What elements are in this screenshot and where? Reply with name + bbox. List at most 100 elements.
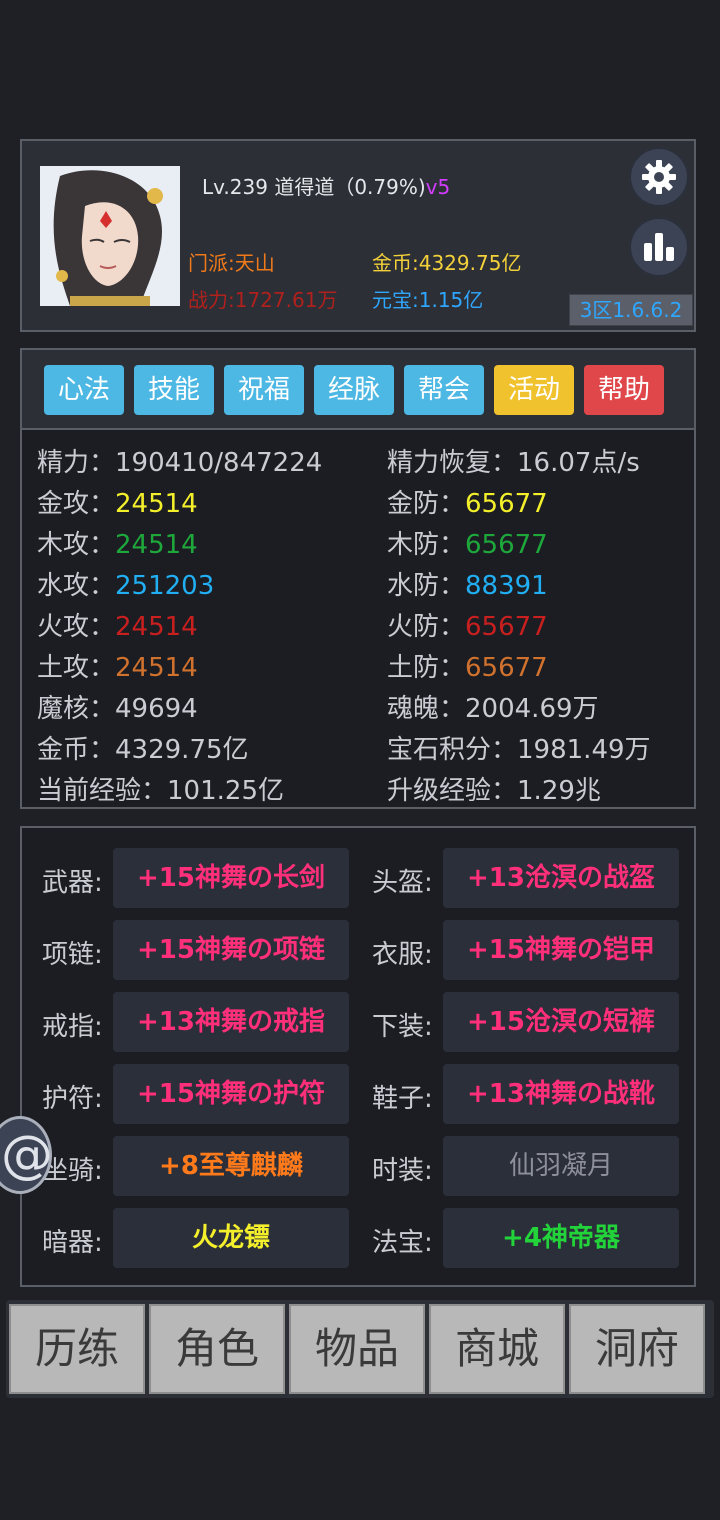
equip-slot-label: 下装: [372,1012,433,1042]
stat-row: 水攻：251203 [37,565,214,602]
stat-row: 金防：65677 [387,483,548,520]
stat-value: 49694 [115,694,198,724]
nav-button-1[interactable]: 角色 [149,1304,285,1394]
sect-text: 门派:天山 [188,251,275,275]
stat-row: 金币：4329.75亿 [37,729,249,766]
stat-row: 土攻：24514 [37,647,198,684]
nav-button-0[interactable]: 历练 [9,1304,145,1394]
equip-slot-button[interactable]: +8至尊麒麟 [113,1136,349,1196]
nav-button-4[interactable]: 洞府 [569,1304,705,1394]
stat-row: 升级经验：1.29兆 [387,770,601,807]
stat-row: 精力恢复：16.07点/s [387,442,640,479]
stat-label: 火攻： [37,612,116,642]
tab-0[interactable]: 心法 [44,365,124,415]
equip-slot-button[interactable]: +15神舞の铠甲 [443,920,679,980]
tab-6[interactable]: 帮助 [584,365,664,415]
stat-value: 65677 [465,653,548,683]
stat-value: 88391 [465,571,548,601]
stat-label: 魔核： [37,694,116,724]
stat-value: 1981.49万 [517,735,651,765]
stat-label: 金币： [37,735,116,765]
stat-value: 4329.75亿 [115,735,249,765]
equip-slot-button[interactable]: +15沧溟の短裤 [443,992,679,1052]
stat-value: 24514 [115,612,198,642]
stat-label: 土防： [387,653,466,683]
stat-label: 水攻： [37,571,116,601]
stat-row: 当前经验：101.25亿 [37,770,284,807]
equip-slot-button[interactable]: 仙羽凝月 [443,1136,679,1196]
equip-slot-label: 护符: [42,1084,103,1114]
stat-value: 16.07点/s [517,448,640,478]
stat-row: 水防：88391 [387,565,548,602]
stat-label: 木攻： [37,530,116,560]
tab-5[interactable]: 活动 [494,365,574,415]
stat-label: 金攻： [37,489,116,519]
equip-slot-label: 头盔: [372,868,433,898]
stat-label: 精力恢复： [387,448,518,478]
stat-row: 精力：190410/847224 [37,442,322,479]
stat-row: 木防：65677 [387,524,548,561]
equip-slot-label: 鞋子: [372,1084,433,1114]
stat-value: 2004.69万 [465,694,599,724]
floating-at-button[interactable]: @ [0,1116,53,1194]
equip-slot-button[interactable]: +4神帝器 [443,1208,679,1268]
tab-1[interactable]: 技能 [134,365,214,415]
gear-icon [642,160,676,194]
vip-badge: v5 [425,175,451,199]
stat-row: 金攻：24514 [37,483,198,520]
equip-slot-button[interactable]: +15神舞の长剑 [113,848,349,908]
equip-slot-button[interactable]: +13神舞の战靴 [443,1064,679,1124]
power-text: 战力:1727.61万 [188,288,338,312]
stat-row: 魔核：49694 [37,688,198,725]
stat-value: 24514 [115,530,198,560]
stat-row: 宝石积分：1981.49万 [387,729,651,766]
stat-label: 升级经验： [387,776,518,806]
function-tab-bar: 心法 技能 祝福 经脉 帮会 活动 帮助 [22,350,694,430]
stat-value: 101.25亿 [167,776,284,806]
stat-row: 火攻：24514 [37,606,198,643]
bottom-nav: 历练 角色 物品 商城 洞府 [6,1300,714,1398]
equip-slot-button[interactable]: +15神舞の项链 [113,920,349,980]
stat-label: 金防： [387,489,466,519]
equip-slot-button[interactable]: +15神舞の护符 [113,1064,349,1124]
equip-slot-label: 衣服: [372,940,433,970]
ranking-button[interactable] [629,217,689,277]
stats-panel: 心法 技能 祝福 经脉 帮会 活动 帮助 精力：190410/847224 金攻：24514 木… [20,348,696,809]
tab-4[interactable]: 帮会 [404,365,484,415]
stat-value: 1.29兆 [517,776,601,806]
stat-row: 土防：65677 [387,647,548,684]
nav-button-2[interactable]: 物品 [289,1304,425,1394]
stat-value: 190410/847224 [115,448,323,478]
equip-slot-button[interactable]: +13沧溟の战盔 [443,848,679,908]
equipment-panel: 武器: +15神舞の长剑 项链: +15神舞の项链 戒指: +13神舞の戒指 护符: +15神… [20,826,696,1287]
equip-slot-label: 武器: [42,868,103,898]
yuanbao-text: 元宝:1.15亿 [372,288,484,312]
equip-slot-label: 暗器: [42,1228,103,1258]
level-line: Lv.239 道得道（0.79%)v5 [202,175,451,199]
stat-label: 精力： [37,448,116,478]
stat-value: 65677 [465,612,548,642]
bar-chart-icon [644,233,674,261]
server-version-badge: 3区1.6.6.2 [569,294,693,326]
stat-value: 24514 [115,653,198,683]
stat-value: 251203 [115,571,215,601]
avatar[interactable] [40,166,180,306]
equip-slot-label: 法宝: [372,1228,433,1258]
settings-button[interactable] [629,147,689,207]
gold-text: 金币:4329.75亿 [372,251,522,275]
profile-panel: Lv.239 道得道（0.79%)v5 门派:天山 金币:4329.75亿 战力… [20,139,696,332]
equip-slot-label: 项链: [42,940,103,970]
stat-label: 当前经验： [37,776,168,806]
at-icon: @ [1,1125,53,1185]
equip-slot-button[interactable]: +13神舞の戒指 [113,992,349,1052]
tab-3[interactable]: 经脉 [314,365,394,415]
stat-label: 宝石积分： [387,735,518,765]
stat-row: 木攻：24514 [37,524,198,561]
stat-row: 魂魄：2004.69万 [387,688,599,725]
stat-value: 65677 [465,530,548,560]
stat-label: 水防： [387,571,466,601]
tab-2[interactable]: 祝福 [224,365,304,415]
equip-slot-button[interactable]: 火龙镖 [113,1208,349,1268]
stat-value: 65677 [465,489,548,519]
nav-button-3[interactable]: 商城 [429,1304,565,1394]
